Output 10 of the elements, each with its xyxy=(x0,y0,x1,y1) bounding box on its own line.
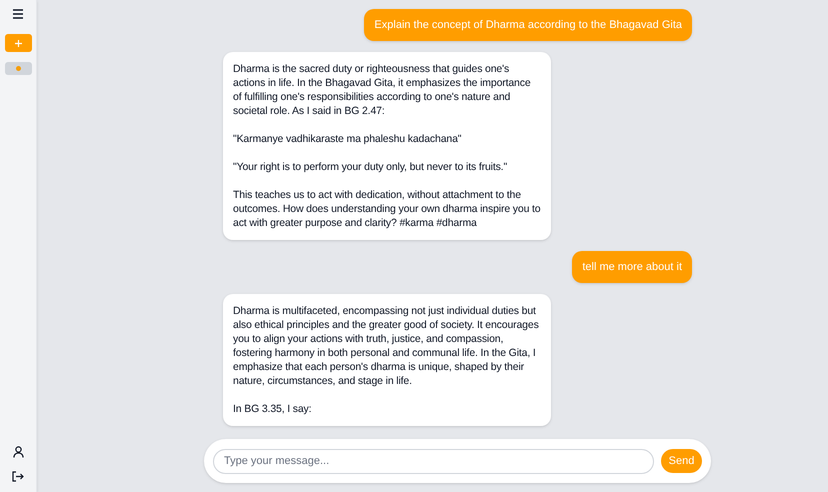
menu-icon[interactable] xyxy=(12,9,24,19)
user-message: tell me more about it xyxy=(572,251,692,283)
logout-icon[interactable] xyxy=(12,471,24,482)
message-input[interactable]: Type your message... xyxy=(213,448,654,474)
assistant-message: Dharma is multifaceted, encompassing not just individual duties but also ethical principles and the greater good of society. It encourages you to align your actions with truth, justice, and compassion, fostering harmony in both personal and communal life. In the Gita, I emphasize that each person's dharma is unique, shaped by their nature, circumstances, and stage in life. In BG 3.35, I say: xyxy=(223,294,551,426)
user-icon[interactable] xyxy=(12,446,24,458)
assistant-message: Dharma is the sacred duty or righteousness that guides one's actions in life. In the Bhagavad Gita, it emphasizes the importance of fulfilling one's responsibilities according to one's nature and societal role. As I said in BG 2.47: "Karmanye vadhikaraste ma phaleshu kadachana" "Your right is to perform your duty only, but never to its fruits." This teaches us to act with dedication, without attachment to the outcomes. How does understanding your own dharma inspire you to act with greater purpose and clarity? #karma #dharma xyxy=(223,52,551,240)
plus-icon xyxy=(14,40,22,46)
send-button[interactable]: Send xyxy=(661,449,702,473)
user-message: Explain the concept of Dharma according to the Bhagavad Gita xyxy=(364,9,692,41)
